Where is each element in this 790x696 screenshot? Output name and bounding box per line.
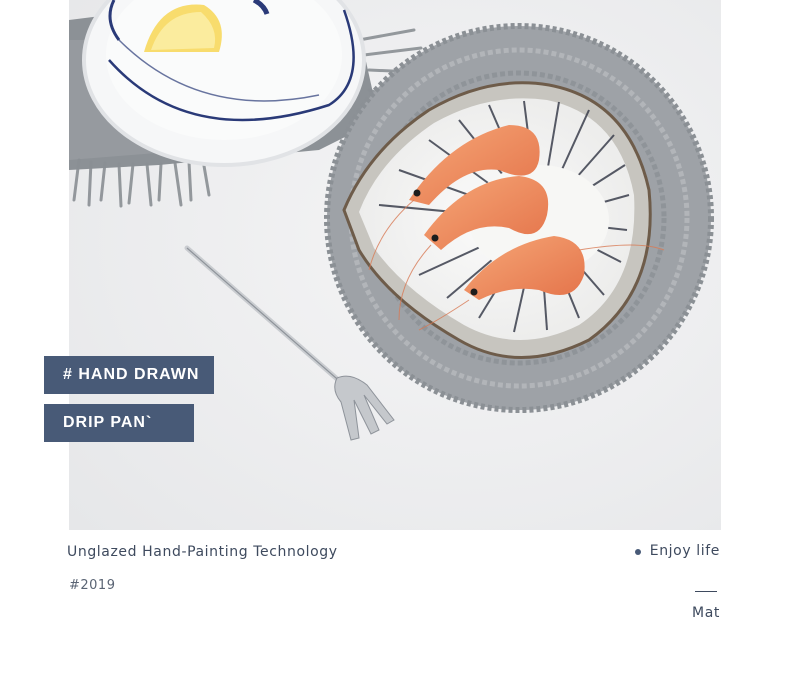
hand-drawn-label: # HAND DRAWN [63, 366, 200, 383]
enjoy-life-text: Enjoy life [649, 543, 720, 559]
drip-pan-badge: DRIP PAN` [44, 404, 194, 442]
subtitle-text: Unglazed Hand-Painting Technology [67, 544, 338, 560]
mat-label: Mat [692, 605, 720, 621]
hand-drawn-badge: # HAND DRAWN [44, 356, 214, 394]
drip-pan-label: DRIP PAN` [63, 414, 153, 431]
divider [695, 591, 717, 592]
year-text: #2019 [69, 578, 116, 593]
product-photo [69, 0, 721, 530]
enjoy-life-tag: Enjoy life [634, 543, 720, 559]
bullet-dot-icon [634, 549, 641, 555]
